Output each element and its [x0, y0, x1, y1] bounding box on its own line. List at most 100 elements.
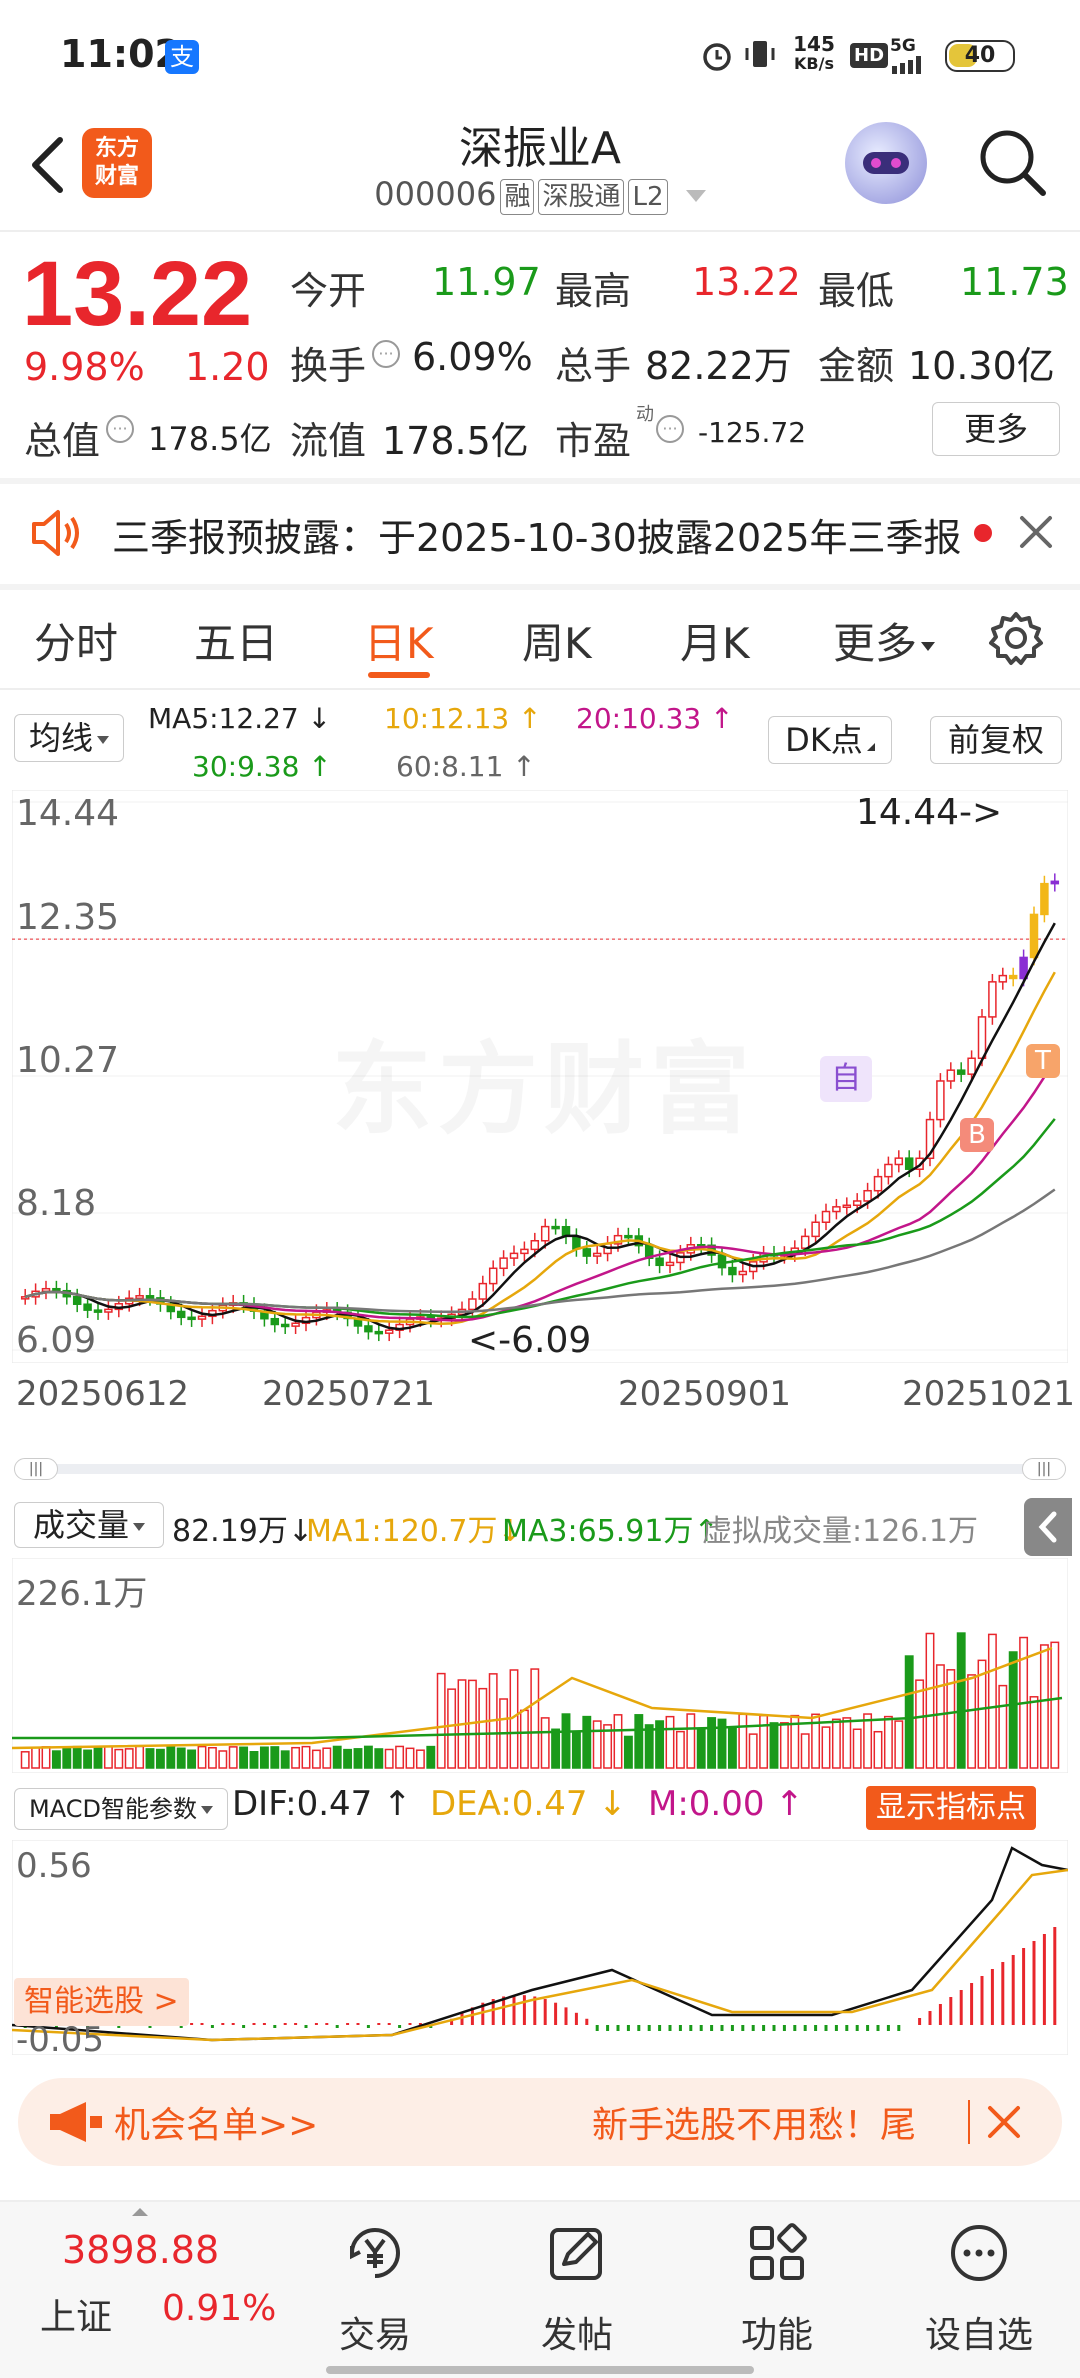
- tab-intraday[interactable]: 分时: [34, 610, 118, 671]
- more-button[interactable]: 更多: [932, 402, 1060, 456]
- caret-up-icon: [132, 2208, 148, 2216]
- active-tab-indicator: [368, 672, 430, 678]
- volume-bar: [426, 1745, 436, 1769]
- tab-month-k[interactable]: 月K: [680, 610, 750, 671]
- volume-bar: [852, 1728, 862, 1769]
- pe-label: 市盈: [555, 419, 632, 463]
- volume-bar: [197, 1745, 207, 1769]
- volume-bar: [249, 1751, 259, 1769]
- tab-more[interactable]: 更多: [833, 610, 936, 671]
- ma60-value: 60:8.11 ↑: [396, 750, 536, 783]
- nav-trade[interactable]: 交易: [300, 2202, 450, 2378]
- scroll-handle-right[interactable]: |||: [1022, 1458, 1066, 1480]
- low-label: 最低: [818, 269, 895, 313]
- volume-bar: [259, 1746, 269, 1769]
- volume-bar: [166, 1745, 176, 1769]
- notice-bar[interactable]: 三季报预披露：于2025-10-30披露2025年三季报: [0, 482, 1080, 582]
- candle-body: [488, 1267, 498, 1285]
- close-icon[interactable]: [984, 2102, 1024, 2142]
- collapse-panel-button[interactable]: [1024, 1498, 1072, 1556]
- volume-bar: [831, 1718, 841, 1769]
- chevron-left-icon: [1038, 1511, 1057, 1543]
- chart-scrollbar[interactable]: ||| |||: [14, 1458, 1066, 1480]
- info-icon[interactable]: ···: [106, 415, 134, 443]
- mktcap-label: 总值: [24, 419, 101, 463]
- buy-marker[interactable]: B: [960, 1118, 994, 1152]
- scroll-handle-left[interactable]: |||: [14, 1458, 58, 1480]
- adjust-button[interactable]: 前复权: [930, 716, 1062, 764]
- candle-body: [374, 1330, 384, 1335]
- volume-bar: [519, 1709, 529, 1769]
- smart-pick-button[interactable]: 智能选股 >: [14, 1978, 189, 2026]
- search-button[interactable]: [975, 125, 1050, 200]
- volume-bar: [41, 1746, 51, 1769]
- caret-down-icon: [200, 1806, 213, 1814]
- volume-svg: [11, 1557, 1069, 1774]
- tab-week-k[interactable]: 周K: [522, 610, 592, 671]
- volume-selector[interactable]: 成交量: [14, 1502, 164, 1548]
- change-percent: 9.98%: [24, 345, 145, 389]
- vibrate-icon: [742, 36, 778, 72]
- robot-avatar[interactable]: [845, 122, 927, 204]
- volume-ma3: MA3:65.91万↑: [502, 1514, 719, 1549]
- volume-bar: [114, 1748, 124, 1769]
- promo-banner[interactable]: 机会名单>> 新手选股不用愁！尾: [18, 2078, 1062, 2166]
- nav-add-watchlist[interactable]: 设自选: [904, 2202, 1054, 2378]
- volume-bar: [956, 1632, 966, 1769]
- alarm-icon: [700, 38, 734, 72]
- t-marker[interactable]: T: [1026, 1044, 1060, 1078]
- volume-bar: [707, 1717, 717, 1769]
- index-change[interactable]: 0.91%: [162, 2288, 276, 2329]
- candle-body: [894, 1157, 904, 1166]
- battery-icon: 40: [945, 40, 1015, 72]
- candle-body: [665, 1261, 675, 1267]
- volume-bar: [395, 1745, 405, 1769]
- volume-max-label: 226.1万: [16, 1574, 148, 1614]
- volume-bar: [779, 1722, 789, 1769]
- tab-day-k[interactable]: 日K: [364, 610, 434, 671]
- virtual-volume: 虚拟成交量:126.1万: [702, 1514, 978, 1549]
- settings-gear-icon[interactable]: [988, 610, 1044, 666]
- candle-body: [811, 1221, 820, 1238]
- volume-bar: [301, 1745, 311, 1769]
- candle-body: [1029, 913, 1039, 959]
- tab-five-day[interactable]: 五日: [194, 610, 278, 671]
- open-label: 今开: [290, 269, 367, 313]
- candle-body: [582, 1248, 592, 1257]
- stock-code: 000006: [374, 175, 497, 213]
- candle-body: [967, 1057, 976, 1075]
- index-value[interactable]: 3898.88: [62, 2228, 219, 2272]
- candle-body: [842, 1204, 852, 1208]
- candle-body: [572, 1235, 581, 1250]
- volume-bar: [863, 1713, 873, 1769]
- nav-post[interactable]: 发帖: [502, 2202, 652, 2378]
- info-icon[interactable]: ···: [372, 340, 400, 368]
- self-select-marker[interactable]: 自: [820, 1056, 872, 1102]
- banner-right-text[interactable]: 新手选股不用愁！尾: [592, 2096, 916, 2148]
- search-icon: [980, 130, 1046, 196]
- caret-down-icon: [685, 190, 706, 202]
- nav-functions[interactable]: 功能: [702, 2202, 852, 2378]
- volume-bar: [124, 1748, 134, 1769]
- candle-body: [270, 1317, 280, 1326]
- volume-bar: [915, 1679, 925, 1769]
- volume-bar: [176, 1747, 186, 1769]
- volume-bar: [665, 1715, 675, 1769]
- macd-selector[interactable]: MACD智能参数: [14, 1788, 228, 1830]
- volume-bar: [478, 1687, 488, 1769]
- dk-point-button[interactable]: DK点: [768, 716, 892, 764]
- volume-bar: [291, 1746, 301, 1769]
- info-icon[interactable]: ···: [656, 415, 684, 443]
- volume-bar: [696, 1728, 706, 1769]
- header-divider: [0, 230, 1080, 232]
- ma-selector[interactable]: 均线: [14, 714, 124, 762]
- nav-functions-label: 功能: [740, 2315, 813, 2356]
- candle-body: [520, 1248, 529, 1255]
- volume-bar: [571, 1730, 581, 1769]
- banner-left-text[interactable]: 机会名单>>: [114, 2096, 318, 2148]
- index-name[interactable]: 上证: [40, 2288, 112, 2340]
- volume-bar: [447, 1688, 457, 1769]
- show-indicator-button[interactable]: 显示指标点: [866, 1786, 1036, 1830]
- volume-bar: [20, 1751, 30, 1769]
- candle-body: [904, 1157, 914, 1170]
